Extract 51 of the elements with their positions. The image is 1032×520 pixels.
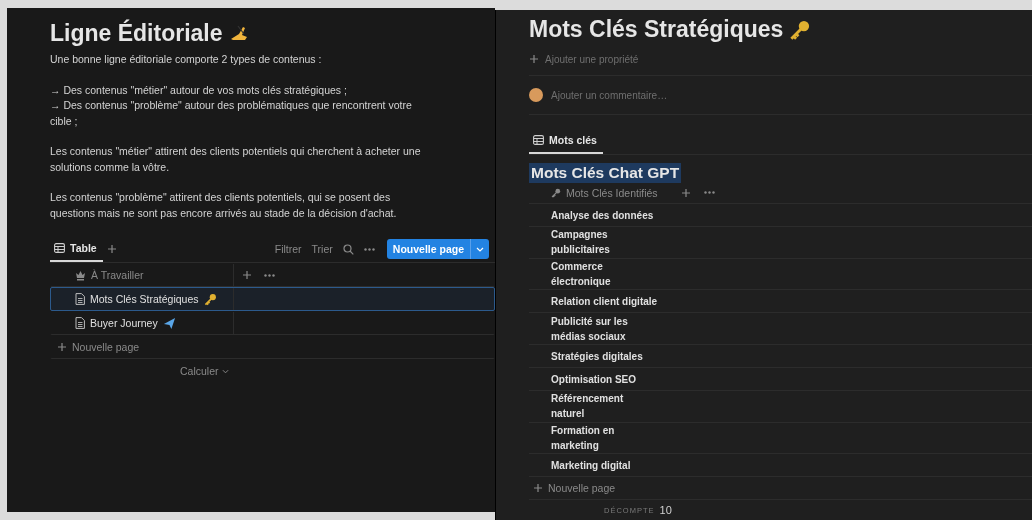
body-paragraph: Les contenus "problème" attirent des clients potentiels, qui se posent des questions mais ne sont pas encore arrivés au stade de la décision d'achat. — [50, 190, 398, 221]
body-paragraph: Les contenus "métier" attirent des clients potentiels qui cherchent à acheter une solutions comme la vôtre. — [50, 144, 422, 175]
more-icon[interactable] — [704, 191, 715, 195]
table-cell[interactable]: Analyse des données — [551, 207, 659, 223]
table-row[interactable]: Buyer Journey — [50, 311, 495, 335]
page-title: Mots Clés Stratégiques — [529, 16, 784, 43]
calculate-menu[interactable]: Calculer — [180, 365, 219, 377]
body-paragraph: Une bonne ligne éditoriale comporte 2 types de contenus : — [50, 52, 323, 67]
table-cell[interactable]: Optimisation SEO — [551, 371, 659, 387]
table-icon — [533, 134, 544, 145]
column-header[interactable]: À Travailler — [91, 269, 144, 281]
plus-icon[interactable] — [57, 342, 67, 352]
table-cell[interactable]: Commerce électronique — [551, 259, 659, 290]
avatar — [529, 88, 543, 103]
page-title: Ligne Éditoriale — [50, 19, 223, 47]
more-icon[interactable] — [264, 273, 275, 277]
more-icon[interactable] — [363, 247, 375, 251]
page-icon — [75, 293, 85, 305]
body-paragraph: → Des contenus "métier" autour de vos mots clés stratégiques ; → Des contenus "problème" autour des problématiques que rencontrent votre cible ; — [50, 82, 413, 129]
database-title: Mots Clés Chat GPT — [529, 162, 682, 183]
view-tab[interactable]: Mots clés — [529, 127, 603, 154]
crown-icon — [75, 269, 86, 281]
page-icon — [75, 317, 85, 329]
toolbar-link[interactable]: Filtrer — [274, 243, 302, 255]
search-icon[interactable] — [342, 243, 354, 255]
new-page-button[interactable]: Nouvelle page — [386, 239, 489, 259]
table-cell[interactable]: Publicité sur les médias sociaux — [551, 313, 659, 344]
plus-icon[interactable] — [681, 187, 691, 198]
table-cell[interactable]: Marketing digital — [551, 457, 659, 473]
count-value: 10 — [659, 504, 672, 517]
table-cell[interactable]: Référencement naturel — [551, 391, 659, 422]
table-cell[interactable]: Campagnes publicitaires — [551, 227, 659, 258]
key-icon — [789, 18, 812, 41]
plus-icon[interactable] — [533, 483, 543, 494]
plus-icon[interactable] — [106, 244, 117, 254]
toolbar-link[interactable]: Trier — [311, 243, 333, 255]
table-row[interactable]: Mots Clés Stratégiques — [50, 287, 495, 311]
caret-icon[interactable] — [221, 368, 229, 374]
column-header[interactable]: Mots Clés Identifiés — [566, 186, 676, 199]
table-cell[interactable]: Stratégies digitales — [551, 348, 659, 364]
key-icon — [551, 187, 561, 198]
table-cell[interactable]: Relation client digitale — [551, 293, 659, 309]
table-icon — [54, 243, 65, 253]
airplane-icon — [162, 316, 176, 330]
new-page-link[interactable]: Nouvelle page — [548, 482, 616, 495]
plus-icon[interactable] — [242, 270, 252, 280]
plus-icon[interactable] — [529, 54, 539, 64]
new-page-link[interactable]: Nouvelle page — [72, 341, 140, 353]
view-tab[interactable]: Table — [50, 236, 103, 262]
table-cell[interactable]: Formation en marketing — [551, 423, 659, 454]
key-icon — [203, 292, 217, 306]
